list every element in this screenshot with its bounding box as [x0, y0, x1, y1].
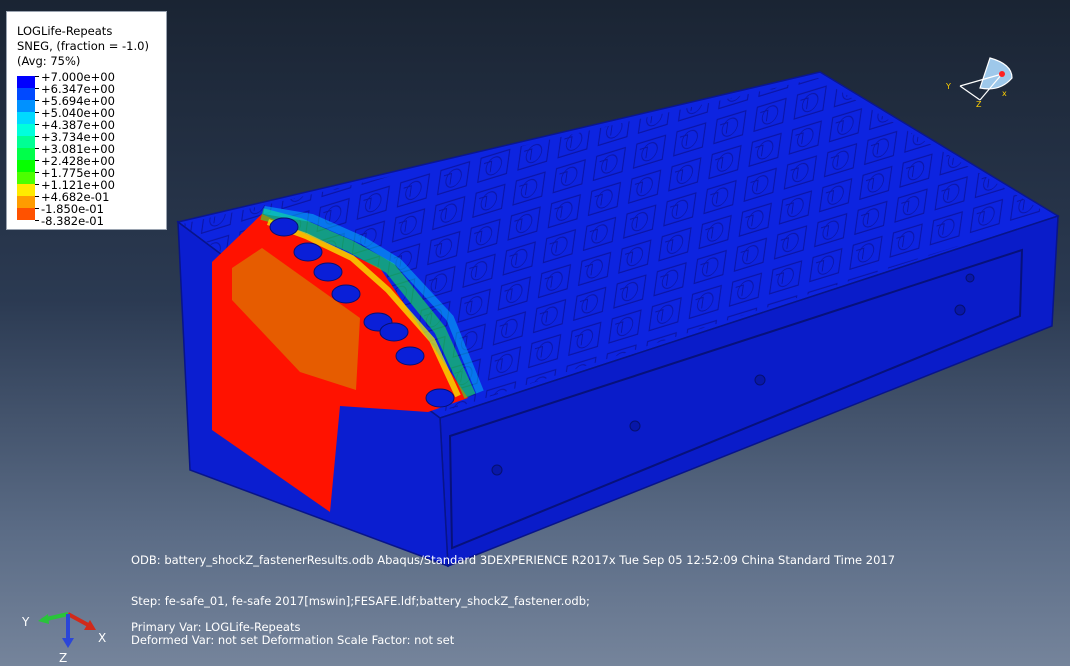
legend-swatch	[17, 196, 35, 208]
primary-var-line: Primary Var: LOGLife-Repeats	[131, 620, 301, 634]
legend-swatch	[17, 88, 35, 100]
view-cube-face[interactable]	[979, 57, 1013, 90]
coordinate-triad: Y X Z	[21, 612, 106, 665]
view-cube-x-label: x	[1002, 89, 1007, 98]
view-cube-y-label: Y	[945, 82, 951, 91]
triad-x-label: X	[98, 631, 106, 645]
legend-swatch	[17, 148, 35, 160]
legend-value: -8.382e-01	[41, 214, 104, 228]
legend-swatch	[17, 160, 35, 172]
view-cube-z-label: Z	[976, 100, 982, 109]
legend-swatch	[17, 184, 35, 196]
triad-y-label: Y	[21, 615, 30, 629]
legend-averaging: (Avg: 75%)	[17, 54, 81, 68]
triad-z-label: Z	[59, 651, 67, 665]
legend-subtitle: SNEG, (fraction = -1.0)	[17, 39, 149, 53]
legend-swatch	[17, 172, 35, 184]
view-cube[interactable]: Y Z x	[940, 48, 1020, 110]
deformed-var-line: Deformed Var: not set Deformation Scale …	[131, 633, 455, 647]
legend-title: LOGLife-Repeats	[17, 24, 113, 38]
legend-swatch	[17, 208, 35, 220]
contour-legend: LOGLife-Repeats SNEG, (fraction = -1.0) …	[6, 11, 167, 230]
legend-swatch	[17, 76, 35, 88]
x-axis-arrow	[67, 612, 91, 628]
odb-info-line: ODB: battery_shockZ_fastenerResults.odb …	[131, 553, 896, 567]
legend-swatch	[17, 100, 35, 112]
step-info-line: Step: fe-safe_01, fe-safe 2017[mswin];FE…	[131, 594, 590, 608]
legend-swatch	[17, 112, 35, 124]
view-cube-origin	[999, 71, 1005, 77]
legend-swatch	[17, 136, 35, 148]
legend-swatch	[17, 124, 35, 136]
